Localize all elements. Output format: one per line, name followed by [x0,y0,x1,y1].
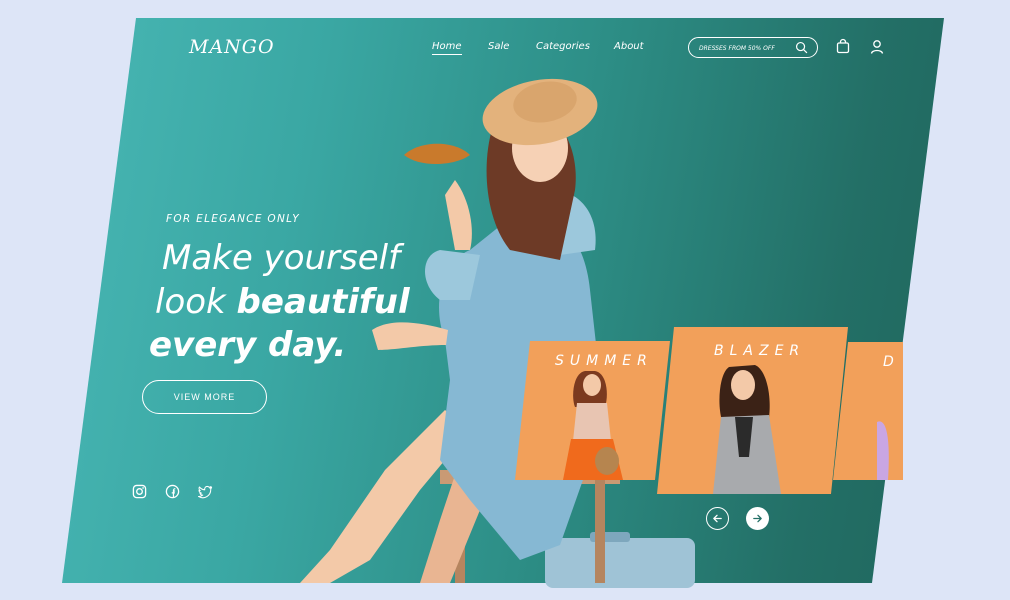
arrow-left-icon [713,514,722,523]
nav-about[interactable]: About [614,41,644,52]
shopping-bag-icon[interactable] [835,38,851,54]
facebook-icon[interactable] [165,484,180,499]
hero-panel [62,18,944,583]
search-bar[interactable] [688,37,818,58]
arrow-right-icon [753,514,762,523]
hero-headline-line3: every day. [149,325,347,365]
hero-headline-line2: look beautiful [155,285,410,319]
carousel-next-button[interactable] [746,507,769,530]
carousel-prev-button[interactable] [706,507,729,530]
instagram-icon[interactable] [132,484,147,499]
hero-headline-line1: Make yourself [162,238,401,278]
search-icon[interactable] [795,41,808,54]
carousel-card-blazer[interactable]: BLAZER [657,327,848,494]
view-more-button[interactable]: VIEW MORE [142,380,267,414]
brand-logo[interactable]: MANGO [189,36,275,58]
twitter-icon[interactable] [198,484,213,499]
nav-home[interactable]: Home [432,41,462,55]
card-model-image [563,371,623,480]
hero-tagline: FOR ELEGANCE ONLY [166,213,301,225]
search-input[interactable] [699,41,791,55]
user-icon[interactable] [869,39,885,55]
carousel-card-summer[interactable]: SUMMER [515,341,670,480]
hero-headline-bold: beautiful [236,282,410,322]
nav-categories[interactable]: Categories [536,41,590,52]
hero-headline-light: look [155,282,237,322]
nav-sale[interactable]: Sale [488,41,509,52]
card-model-image [713,365,781,494]
